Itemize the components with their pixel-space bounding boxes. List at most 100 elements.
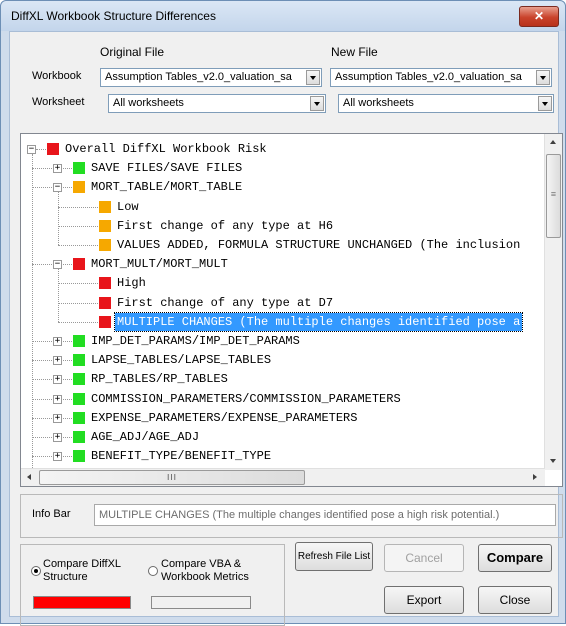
tree-node-label[interactable]: Low (117, 198, 139, 216)
scroll-up-icon[interactable] (550, 140, 556, 144)
compare-structure-label[interactable]: Compare DiffXL Structure (43, 558, 121, 584)
compare-vba-label[interactable]: Compare VBA & Workbook Metrics (161, 558, 249, 584)
risk-status-icon (73, 181, 85, 194)
chevron-down-icon[interactable] (536, 70, 550, 85)
tree-node-label[interactable]: EXPENSE_PARAMETERS/EXPENSE_PARAMETERS (91, 409, 357, 427)
tree-node[interactable]: + BENEFIT_TYPE/BENEFIT_TYPE (21, 447, 541, 465)
title-bar[interactable]: DiffXL Workbook Structure Differences ✕ (1, 1, 565, 31)
expand-icon[interactable]: + (53, 164, 62, 174)
tree-node-label[interactable]: LAPSE_TABLES/LAPSE_TABLES (91, 351, 271, 369)
tree-node-label[interactable]: Overall DiffXL Workbook Risk (65, 140, 267, 158)
new-workbook-select[interactable]: Assumption Tables_v2.0_valuation_sa (330, 68, 552, 87)
close-window-button[interactable]: ✕ (519, 6, 559, 27)
tree-horizontal-scrollbar[interactable]: III (21, 468, 545, 486)
tree-node-label[interactable]: BENEFIT_TYPE/BENEFIT_TYPE (91, 447, 271, 465)
risk-status-icon (99, 315, 111, 328)
export-button[interactable]: Export (384, 586, 464, 614)
original-workbook-select[interactable]: Assumption Tables_v2.0_valuation_sa (100, 68, 322, 87)
compare-button[interactable]: Compare (478, 544, 552, 572)
compare-vba-radio[interactable] (148, 566, 158, 576)
tree-node-label[interactable]: MORT_MULT/MORT_MULT (91, 255, 228, 273)
tree-connector (32, 379, 72, 381)
collapse-icon[interactable]: − (53, 183, 62, 193)
tree-connector (32, 264, 72, 266)
expand-icon[interactable]: + (53, 375, 62, 385)
tree-node[interactable]: + RP_TABLES/RP_TABLES (21, 370, 541, 388)
collapse-icon[interactable]: − (53, 260, 62, 270)
vertical-scroll-thumb[interactable]: ≡ (546, 154, 561, 238)
tree-node[interactable]: + LAPSE_TABLES/LAPSE_TABLES (21, 351, 541, 369)
tree-node[interactable]: + COMMISSION_PARAMETERS/COMMISSION_PARAME… (21, 390, 541, 408)
risk-status-icon (47, 143, 59, 155)
tree-node[interactable]: VALUES ADDED, FORMULA STRUCTURE UNCHANGE… (21, 236, 541, 254)
risk-tree-view[interactable]: − Overall DiffXL Workbook Risk + SAVE FILES… (20, 133, 563, 487)
tree-node[interactable]: First change of any type at D7 (21, 294, 541, 312)
tree-node[interactable]: − MORT_MULT/MORT_MULT (21, 255, 541, 273)
tree-connector (58, 192, 59, 245)
info-bar-field: MULTIPLE CHANGES (The multiple changes i… (94, 504, 556, 526)
expand-icon[interactable]: + (53, 452, 62, 462)
tree-node-label[interactable]: High (117, 274, 146, 292)
tree-node[interactable]: Low (21, 198, 541, 216)
risk-status-icon (99, 200, 111, 213)
new-worksheet-value: All worksheets (343, 97, 414, 109)
chevron-down-icon[interactable] (538, 96, 552, 111)
tree-connector (58, 269, 59, 322)
tree-node-label[interactable]: VALUES ADDED, FORMULA STRUCTURE UNCHANGE… (117, 236, 520, 254)
dialog-window: DiffXL Workbook Structure Differences ✕ … (0, 0, 566, 626)
expand-icon[interactable]: + (53, 413, 62, 423)
tree-node[interactable]: − MORT_TABLE/MORT_TABLE (21, 178, 541, 196)
close-button[interactable]: Close (478, 586, 552, 614)
tree-connector (32, 456, 72, 458)
refresh-file-list-button[interactable]: Refresh File List (295, 542, 373, 571)
horizontal-scroll-thumb[interactable]: III (39, 470, 305, 485)
tree-node[interactable]: − Overall DiffXL Workbook Risk (21, 140, 541, 158)
tree-node-label[interactable]: COMMISSION_PARAMETERS/COMMISSION_PARAMET… (91, 390, 401, 408)
scroll-grip-icon: III (166, 473, 178, 482)
tree-node[interactable]: MULTIPLE CHANGES (The multiple changes i… (21, 311, 541, 332)
scroll-right-icon[interactable] (533, 474, 537, 480)
risk-status-icon (99, 239, 111, 251)
vba-risk-indicator (151, 596, 251, 609)
tree-node-label[interactable]: First change of any type at D7 (117, 294, 333, 312)
tree-connector (32, 398, 72, 400)
tree-connector (58, 206, 98, 208)
dialog-client: Original File New File Workbook Workshee… (9, 31, 563, 626)
tree-node-label[interactable]: MULTIPLE CHANGES (The multiple changes i… (113, 311, 524, 332)
tree-node[interactable]: + IMP_DET_PARAMS/IMP_DET_PARAMS (21, 332, 541, 350)
expand-icon[interactable]: + (53, 337, 62, 346)
tree-node-label[interactable]: AGE_ADJ/AGE_ADJ (91, 428, 199, 446)
tree-node[interactable]: High (21, 274, 541, 292)
tree-node[interactable]: + SAVE FILES/SAVE FILES (21, 159, 541, 177)
tree-node-label[interactable]: SAVE FILES/SAVE FILES (91, 159, 242, 177)
chevron-down-icon[interactable] (310, 96, 324, 111)
chevron-down-icon[interactable] (306, 70, 320, 85)
original-workbook-value: Assumption Tables_v2.0_valuation_sa (105, 71, 292, 83)
tree-connector (58, 283, 98, 285)
structure-risk-indicator (33, 596, 131, 609)
tree-node[interactable]: + AGE_ADJ/AGE_ADJ (21, 428, 541, 446)
expand-icon[interactable]: + (53, 433, 62, 442)
tree-node-label[interactable]: MORT_TABLE/MORT_TABLE (91, 178, 242, 196)
expand-icon[interactable]: + (53, 356, 62, 366)
risk-status-icon (73, 411, 85, 424)
workbook-label: Workbook (32, 70, 82, 82)
scroll-left-icon[interactable] (27, 474, 31, 480)
tree-vertical-scrollbar[interactable]: ≡ (544, 134, 562, 470)
cancel-button[interactable]: Cancel (384, 544, 464, 572)
scroll-down-icon[interactable] (550, 459, 556, 463)
original-worksheet-select[interactable]: All worksheets (108, 94, 326, 113)
tree-node-label[interactable]: IMP_DET_PARAMS/IMP_DET_PARAMS (91, 332, 300, 350)
tree-node[interactable]: + EXPENSE_PARAMETERS/EXPENSE_PARAMETERS (21, 409, 541, 427)
new-worksheet-select[interactable]: All worksheets (338, 94, 554, 113)
info-bar-panel: Info Bar MULTIPLE CHANGES (The multiple … (20, 494, 563, 538)
compare-structure-radio[interactable] (31, 566, 41, 576)
tree-node-label[interactable]: RP_TABLES/RP_TABLES (91, 370, 228, 388)
tree-node-label[interactable]: First change of any type at H6 (117, 217, 333, 235)
tree-node[interactable]: First change of any type at H6 (21, 217, 541, 235)
tree-connector (58, 321, 98, 323)
expand-icon[interactable]: + (53, 394, 62, 404)
tree-connector (32, 154, 33, 471)
tree-connector (58, 225, 98, 227)
collapse-icon[interactable]: − (27, 145, 36, 154)
